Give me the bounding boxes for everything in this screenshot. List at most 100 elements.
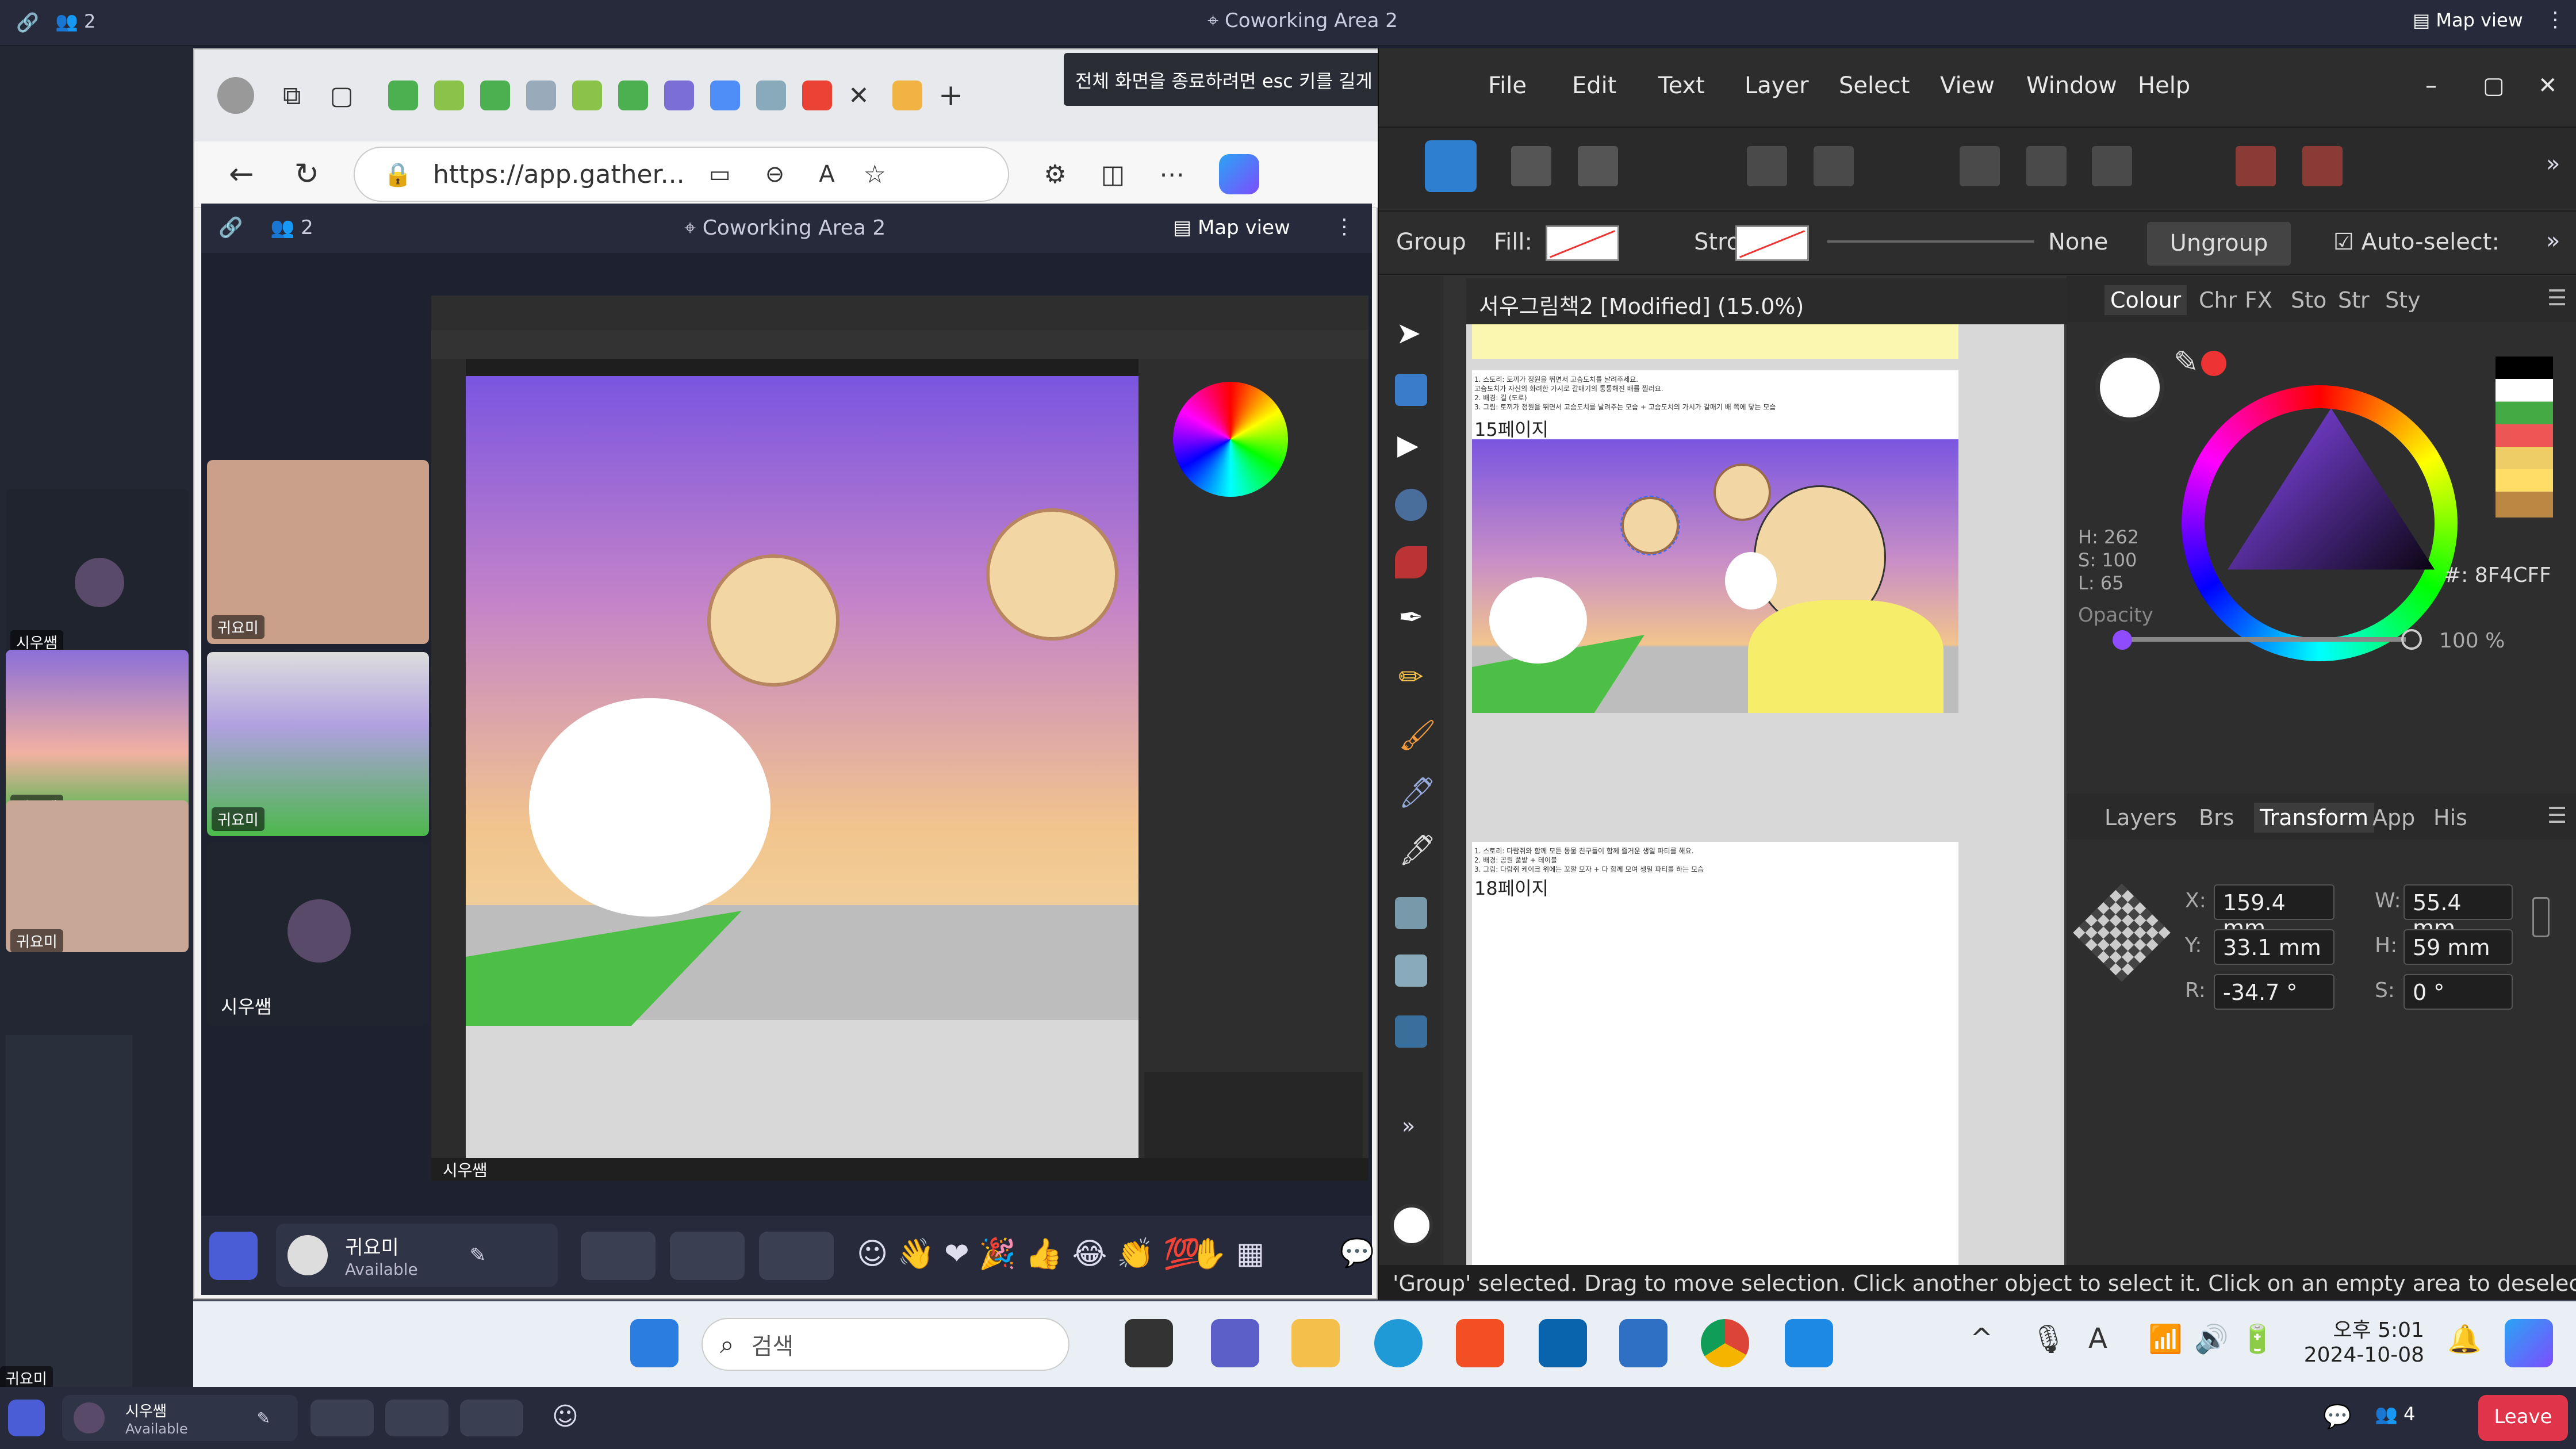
- fill-stroke-selector[interactable]: [1390, 1204, 1433, 1247]
- colour-wheel[interactable]: [2182, 385, 2458, 661]
- rotation-field[interactable]: -34.7 °: [2214, 974, 2334, 1010]
- chrome-icon[interactable]: [1701, 1319, 1749, 1367]
- tab-layers[interactable]: Layers: [2104, 805, 2177, 830]
- move-tool-icon[interactable]: ➤: [1396, 316, 1421, 351]
- tab-brushes[interactable]: Brs: [2199, 805, 2234, 830]
- edit-icon[interactable]: ✎: [470, 1244, 486, 1267]
- export-persona-icon[interactable]: [1578, 146, 1618, 186]
- tab-appearance[interactable]: App: [2372, 805, 2415, 830]
- ime-icon[interactable]: A: [2088, 1322, 2107, 1355]
- stroke-style[interactable]: None: [2048, 229, 2108, 255]
- user-card[interactable]: 귀요미 Available ✎: [276, 1224, 558, 1287]
- camera-toggle[interactable]: [670, 1232, 745, 1280]
- tab-fx[interactable]: FX: [2245, 288, 2272, 313]
- windows-start-icon[interactable]: [630, 1319, 678, 1367]
- emoji-icon[interactable]: ☺: [552, 1402, 578, 1431]
- eyedropper-icon[interactable]: ✎: [2174, 345, 2199, 379]
- expand-context-icon[interactable]: »: [2546, 228, 2560, 254]
- taskbar-search[interactable]: ⌕ 검색: [702, 1318, 1070, 1371]
- tab-stock[interactable]: Sto: [2291, 288, 2326, 313]
- boolean-add-icon[interactable]: [2236, 146, 2276, 186]
- close-icon[interactable]: ✕: [2538, 72, 2558, 99]
- x-field[interactable]: 159.4 mm: [2214, 884, 2334, 941]
- tab-favicon[interactable]: [710, 80, 740, 110]
- store-icon[interactable]: [1456, 1319, 1504, 1367]
- transparency-tool-icon[interactable]: [1395, 954, 1427, 987]
- screen-share-tile[interactable]: 귀요미: [207, 652, 429, 836]
- wifi-icon[interactable]: 📶: [2148, 1322, 2183, 1355]
- y-field[interactable]: 33.1 mm: [2214, 929, 2334, 965]
- tab-favicon[interactable]: [480, 80, 510, 110]
- gmail-tab-icon[interactable]: [802, 80, 832, 110]
- tab-history[interactable]: His: [2433, 805, 2467, 830]
- snapping-icon[interactable]: [1747, 146, 1787, 186]
- notepad-icon[interactable]: [1619, 1319, 1667, 1367]
- erase-tool-icon[interactable]: [1395, 897, 1427, 929]
- anchor-selector[interactable]: [2073, 884, 2171, 982]
- pen-tool-icon[interactable]: ✒: [1398, 600, 1424, 635]
- favorite-icon[interactable]: ☆: [864, 160, 886, 189]
- copilot-icon[interactable]: [1219, 154, 1260, 194]
- more-icon[interactable]: ⋮: [2545, 8, 2566, 32]
- ungroup-button[interactable]: Ungroup: [2147, 222, 2291, 266]
- link-icon[interactable]: 🔗: [218, 216, 243, 239]
- edge-icon[interactable]: [1374, 1319, 1423, 1367]
- hex-value[interactable]: #: 8F4CFF: [2444, 564, 2551, 587]
- opacity-thumb[interactable]: [2401, 629, 2422, 650]
- tab-actions-icon[interactable]: ▢: [329, 81, 354, 110]
- chat-icon[interactable]: 💬: [2323, 1403, 2352, 1430]
- colour-swatches[interactable]: [2496, 356, 2553, 518]
- video-tile[interactable]: 시우쌤: [207, 842, 429, 1026]
- extensions-icon[interactable]: ⚙: [1044, 160, 1066, 189]
- opacity-slider[interactable]: [2118, 637, 2406, 642]
- panel-menu-icon[interactable]: ☰: [2547, 803, 2567, 828]
- affinity-designer-taskbar-icon[interactable]: [1785, 1319, 1833, 1367]
- fill-tool-icon[interactable]: 🖊: [1398, 775, 1436, 810]
- opacity-value[interactable]: 100 %: [2439, 629, 2505, 653]
- tray-overflow-icon[interactable]: ^: [1970, 1322, 1993, 1355]
- designer-persona-icon[interactable]: [1425, 140, 1477, 192]
- tab-character[interactable]: Chr: [2199, 288, 2237, 313]
- tab-favicon[interactable]: [388, 80, 418, 110]
- document-tab[interactable]: 서우그림책2 [Modified] (15.0%)✕: [1466, 278, 2104, 324]
- snapping-options-icon[interactable]: [1814, 146, 1854, 186]
- pixel-brush-icon[interactable]: 🖋: [1398, 833, 1436, 868]
- canvas[interactable]: 1. 스토리: 토끼가 정원을 뛰면서 고슴도치를 날려주세요. 고슴도치가 자…: [1466, 324, 2064, 1267]
- pencil-tool-icon[interactable]: ✏: [1398, 660, 1424, 695]
- pixel-persona-icon[interactable]: [1511, 146, 1551, 186]
- lock-aspect-icon[interactable]: [2532, 897, 2550, 937]
- close-tab-icon[interactable]: ✕: [848, 81, 869, 110]
- menu-icon[interactable]: ⋯: [1159, 160, 1184, 189]
- map-view-button[interactable]: ▤ Map view: [2413, 9, 2523, 31]
- participants-button[interactable]: 👥 4: [2375, 1403, 2415, 1425]
- edit-icon[interactable]: ✎: [257, 1409, 270, 1428]
- page-15[interactable]: 1. 스토리: 토끼가 정원을 뛰면서 고슴도치를 날려주세요. 고슴도치가 자…: [1472, 370, 1958, 713]
- clock[interactable]: 오후 5:01 2024-10-08: [2298, 1313, 2424, 1367]
- gather-menu-button[interactable]: [209, 1232, 258, 1280]
- page-18[interactable]: 1. 스토리: 다람쥐와 함께 모든 동물 친구들이 함께 즐거운 생일 파티를…: [1472, 842, 1958, 1267]
- outlook-icon[interactable]: [1539, 1319, 1587, 1367]
- w-field[interactable]: 55.4 mm: [2404, 884, 2513, 941]
- camera-toggle[interactable]: [385, 1400, 448, 1436]
- boolean-subtract-icon[interactable]: [2302, 146, 2343, 186]
- raise-hand-icon[interactable]: ✋: [1190, 1236, 1228, 1271]
- camera-icon[interactable]: ▭: [709, 161, 731, 187]
- transform-icon[interactable]: [2026, 146, 2067, 186]
- tab-favicon[interactable]: [664, 80, 694, 110]
- menu-layer[interactable]: Layer: [1745, 72, 1809, 99]
- tab-transform[interactable]: Transform: [2254, 803, 2375, 833]
- arrange-icon[interactable]: [2092, 146, 2132, 186]
- tab-colour[interactable]: Colour: [2104, 285, 2187, 315]
- volume-icon[interactable]: 🔊: [2194, 1322, 2229, 1355]
- menu-edit[interactable]: Edit: [1572, 72, 1616, 99]
- split-screen-icon[interactable]: ◫: [1101, 160, 1125, 189]
- h-field[interactable]: 59 mm: [2404, 929, 2513, 965]
- stroke-swatch[interactable]: [1735, 225, 1809, 261]
- expand-toolbar-icon[interactable]: »: [2546, 151, 2560, 177]
- zoom-out-icon[interactable]: ⊖: [765, 161, 785, 187]
- artboard-tool-icon[interactable]: [1395, 374, 1427, 406]
- corner-tool-icon[interactable]: [1395, 546, 1427, 578]
- link-icon[interactable]: 🔗: [16, 12, 39, 33]
- emoji-reactions[interactable]: ☺ 👋 ❤ 🎉 👍 😂 👏 💯: [857, 1236, 1201, 1271]
- leave-button[interactable]: Leave: [2478, 1395, 2568, 1441]
